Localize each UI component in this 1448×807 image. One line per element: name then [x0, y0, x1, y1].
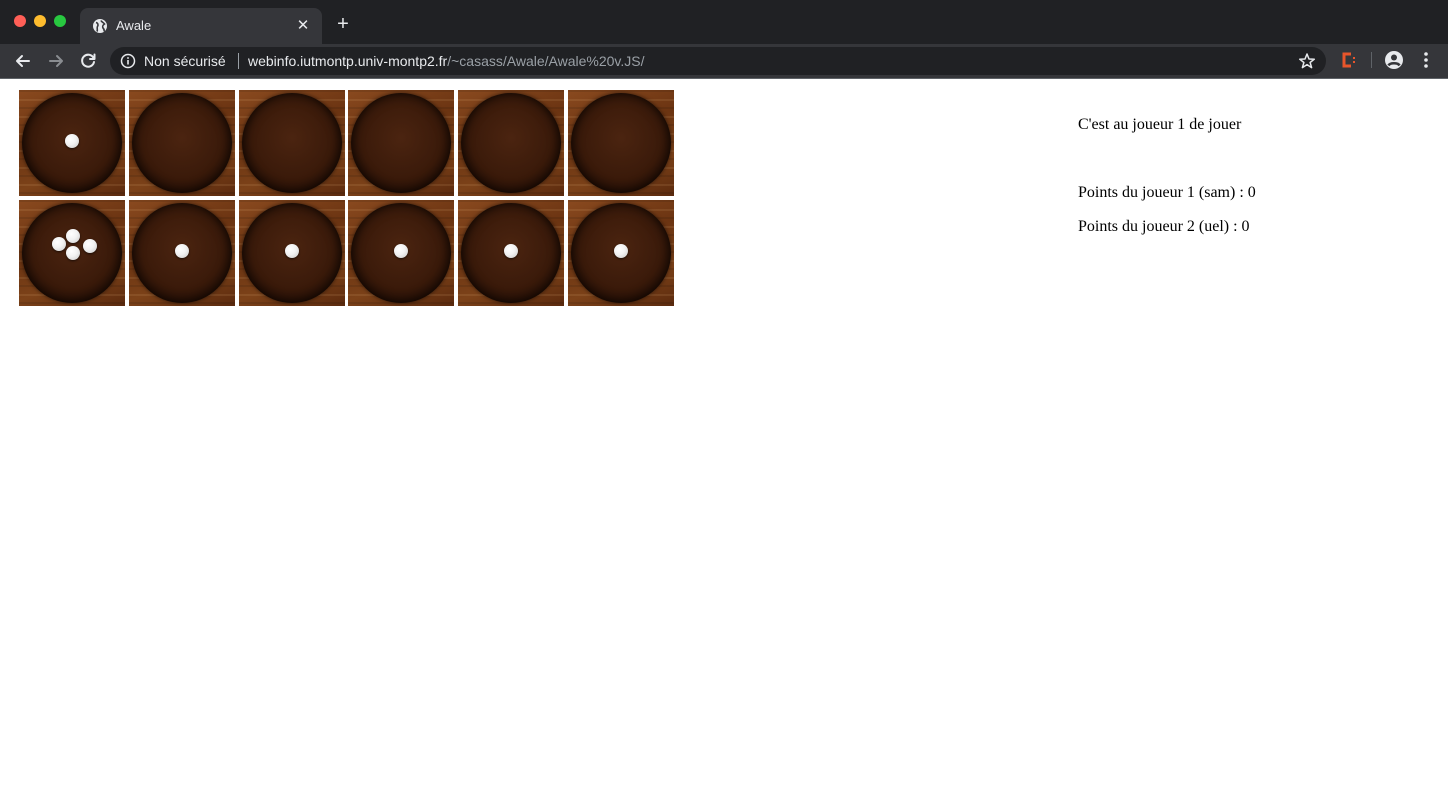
seed: [83, 239, 97, 253]
turn-indicator: C'est au joueur 1 de jouer: [1078, 116, 1242, 133]
seed-group: [348, 200, 454, 306]
seed: [504, 244, 519, 258]
awale-board: [19, 90, 679, 310]
maximize-window-icon[interactable]: [54, 15, 66, 27]
seed: [394, 244, 409, 258]
seed-group: [129, 200, 235, 306]
seed: [613, 244, 628, 258]
tab-strip: Awale ✕ +: [0, 0, 1448, 44]
address-bar[interactable]: Non sécurisé webinfo.iutmontp.univ-montp…: [110, 47, 1326, 75]
toolbar: Non sécurisé webinfo.iutmontp.univ-montp…: [0, 44, 1448, 78]
info-icon[interactable]: [120, 53, 136, 69]
security-label[interactable]: Non sécurisé: [144, 53, 226, 69]
pit[interactable]: [19, 90, 125, 196]
close-window-icon[interactable]: [14, 15, 26, 27]
seed-group: [458, 200, 564, 306]
player1-score: Points du joueur 1 (sam) : 0: [1078, 184, 1256, 201]
pit[interactable]: [567, 200, 674, 306]
forward-arrow-icon[interactable]: [45, 50, 67, 72]
seed-group: [568, 90, 674, 196]
page-content: C'est au joueur 1 de jouer Points du jou…: [0, 79, 1448, 807]
player2-score: Points du joueur 2 (uel) : 0: [1078, 218, 1250, 235]
new-tab-button[interactable]: +: [332, 13, 354, 35]
url-host: webinfo.iutmontp.univ-montp2.fr: [248, 53, 448, 69]
pit[interactable]: [238, 200, 345, 306]
seed: [52, 237, 66, 251]
pit[interactable]: [19, 200, 125, 306]
kebab-menu-icon[interactable]: [1416, 50, 1436, 70]
globe-icon: [93, 19, 107, 33]
board-row-top: [19, 90, 679, 196]
star-icon[interactable]: [1298, 52, 1316, 70]
seed-group: [239, 200, 345, 306]
pit[interactable]: [567, 90, 674, 196]
tab-close-icon[interactable]: ✕: [294, 17, 312, 35]
seed: [284, 244, 299, 258]
pit[interactable]: [458, 90, 565, 196]
pit[interactable]: [128, 200, 235, 306]
toolbar-separator: [1371, 52, 1372, 68]
extension-icon[interactable]: [1338, 50, 1358, 70]
pit[interactable]: [238, 90, 345, 196]
seed-group: [568, 200, 674, 306]
seed: [174, 244, 189, 258]
browser-window: Awale ✕ + Non sécurisé webinfo.iutmontp.…: [0, 0, 1448, 807]
reload-icon[interactable]: [77, 50, 99, 72]
seed: [66, 229, 80, 243]
board-row-bottom: [19, 200, 679, 306]
back-arrow-icon[interactable]: [12, 50, 34, 72]
pit[interactable]: [348, 90, 455, 196]
seed-group: [348, 90, 454, 196]
pit[interactable]: [348, 200, 455, 306]
seed-group: [239, 90, 345, 196]
tab-title: Awale: [116, 18, 152, 33]
url-path: /~casass/Awale/Awale%20v.JS/: [447, 53, 645, 69]
seed-group: [129, 90, 235, 196]
minimize-window-icon[interactable]: [34, 15, 46, 27]
address-separator: [238, 53, 239, 69]
seed: [65, 134, 79, 148]
seed-group: [19, 90, 125, 196]
pit[interactable]: [128, 90, 235, 196]
pit[interactable]: [458, 200, 565, 306]
url-text[interactable]: webinfo.iutmontp.univ-montp2.fr/~casass/…: [248, 53, 645, 69]
tab-awale[interactable]: Awale ✕: [80, 8, 322, 44]
profile-icon[interactable]: [1384, 50, 1404, 70]
seed: [66, 246, 80, 260]
seed-group: [458, 90, 564, 196]
seed-group: [19, 200, 125, 306]
